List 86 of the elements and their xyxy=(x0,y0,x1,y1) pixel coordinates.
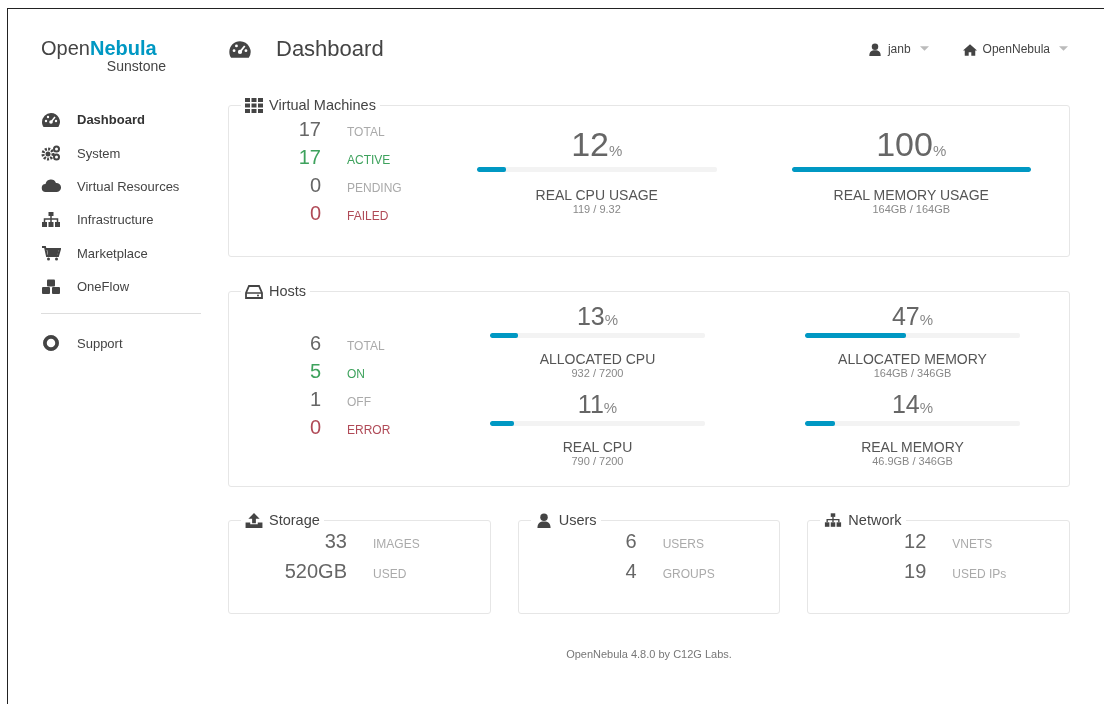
stat-value: 4 xyxy=(624,559,637,584)
stat-value: 6 xyxy=(624,529,637,554)
stat-value: 17 xyxy=(297,116,321,142)
sidebar-item[interactable]: System xyxy=(41,136,121,170)
stat-value: 5 xyxy=(308,358,321,384)
stat-value: 0 xyxy=(308,172,321,198)
meter-label: REAL CPU USAGE xyxy=(535,187,658,203)
meter-detail: 790 / 7200 xyxy=(571,454,624,468)
percent-sign: % xyxy=(919,398,934,416)
stat-value: 19 xyxy=(903,559,927,584)
meter-detail: 932 / 7200 xyxy=(571,366,624,380)
logo-text: OpenNebula xyxy=(41,37,157,59)
stat-value: 0 xyxy=(308,200,321,226)
meter-detail: 119 / 9.32 xyxy=(572,203,621,216)
caret-icon xyxy=(1059,46,1068,52)
meter-label: ALLOCATED CPU xyxy=(539,350,656,367)
sidebar-item[interactable]: Marketplace xyxy=(41,236,148,270)
stat-value: 0 xyxy=(308,414,321,440)
percent-sign: % xyxy=(932,142,947,159)
footer-text: OpenNebula 4.8.0 by C12G Labs. xyxy=(565,648,733,660)
caret-icon xyxy=(919,46,929,52)
stat-label: PENDING xyxy=(347,180,402,195)
stat-label: TOTAL xyxy=(347,124,386,139)
stat-value: 520GB xyxy=(283,559,347,584)
panel-title: Users xyxy=(558,512,597,528)
zone-menu[interactable]: OpenNebula xyxy=(962,42,1068,56)
stat-label: TOTAL xyxy=(347,338,386,353)
percent-value: 11 xyxy=(577,389,604,418)
meter-detail: 164GB / 164GB xyxy=(872,203,951,216)
stat-label: ACTIVE xyxy=(347,152,392,167)
stat-label: VNETS xyxy=(952,537,994,551)
sidebar-item[interactable]: Infrastructure xyxy=(41,203,154,237)
gears-icon xyxy=(41,145,61,162)
percent-sign: % xyxy=(603,398,618,416)
gauge-icon xyxy=(41,111,61,128)
percent-value: 13 xyxy=(576,301,605,330)
user-icon xyxy=(867,42,882,56)
percent-value: 12 xyxy=(571,125,609,163)
meter-label: ALLOCATED MEMORY xyxy=(838,350,987,367)
stat-value: 17 xyxy=(297,144,321,170)
sidebar-item[interactable]: Support xyxy=(41,326,123,360)
sidebar-item[interactable]: Virtual Resources xyxy=(41,169,180,204)
page-title: Dashboard xyxy=(276,36,384,62)
logo-subtitle: Sunstone xyxy=(106,59,166,73)
stat-label: ON xyxy=(347,366,366,381)
stat-label: OFF xyxy=(347,394,372,409)
stat-label: USED IPs xyxy=(952,567,1007,581)
stat-value: 12 xyxy=(903,529,927,554)
gauge-icon xyxy=(228,39,252,59)
sidebar-item[interactable]: Dashboard xyxy=(41,103,145,137)
sitemap-icon xyxy=(41,211,61,228)
meter-label: REAL MEMORY USAGE xyxy=(833,187,989,203)
panel-title: Virtual Machines xyxy=(269,97,376,113)
home-icon xyxy=(962,42,977,56)
meter-detail: 164GB / 346GB xyxy=(873,366,952,380)
stat-value: 6 xyxy=(308,330,321,356)
grid-icon xyxy=(245,97,263,113)
life-ring-icon xyxy=(41,335,61,352)
percent-value: 100 xyxy=(876,125,933,163)
cart-icon xyxy=(41,245,61,262)
meter-detail: 46.9GB / 346GB xyxy=(872,454,953,468)
stat-label: USERS xyxy=(662,537,705,551)
stat-label: GROUPS xyxy=(662,567,715,581)
stat-label: IMAGES xyxy=(373,537,420,551)
percent-sign: % xyxy=(609,142,623,159)
percent-value: 14 xyxy=(891,389,920,418)
meter-label: REAL CPU xyxy=(562,438,633,455)
stat-value: 1 xyxy=(308,386,321,412)
percent-sign: % xyxy=(919,310,934,328)
stat-label: ERROR xyxy=(347,422,391,437)
sidebar-item[interactable]: OneFlow xyxy=(41,269,130,304)
percent-sign: % xyxy=(604,310,619,328)
sitemap-icon xyxy=(824,512,843,528)
stat-label: FAILED xyxy=(347,208,390,223)
cloud-icon xyxy=(41,178,61,195)
panel-title: Network xyxy=(848,512,902,528)
panel-title: Hosts xyxy=(269,283,307,299)
cubes-icon xyxy=(41,278,61,295)
stat-value: 33 xyxy=(323,529,347,554)
panel-title: Storage xyxy=(269,512,320,528)
upload-icon xyxy=(245,512,263,528)
percent-value: 47 xyxy=(891,301,920,330)
meter-label: REAL MEMORY xyxy=(861,438,964,455)
stat-label: USED xyxy=(373,567,408,581)
user-menu[interactable]: janb xyxy=(867,42,929,56)
hard-drive-icon xyxy=(245,283,263,299)
